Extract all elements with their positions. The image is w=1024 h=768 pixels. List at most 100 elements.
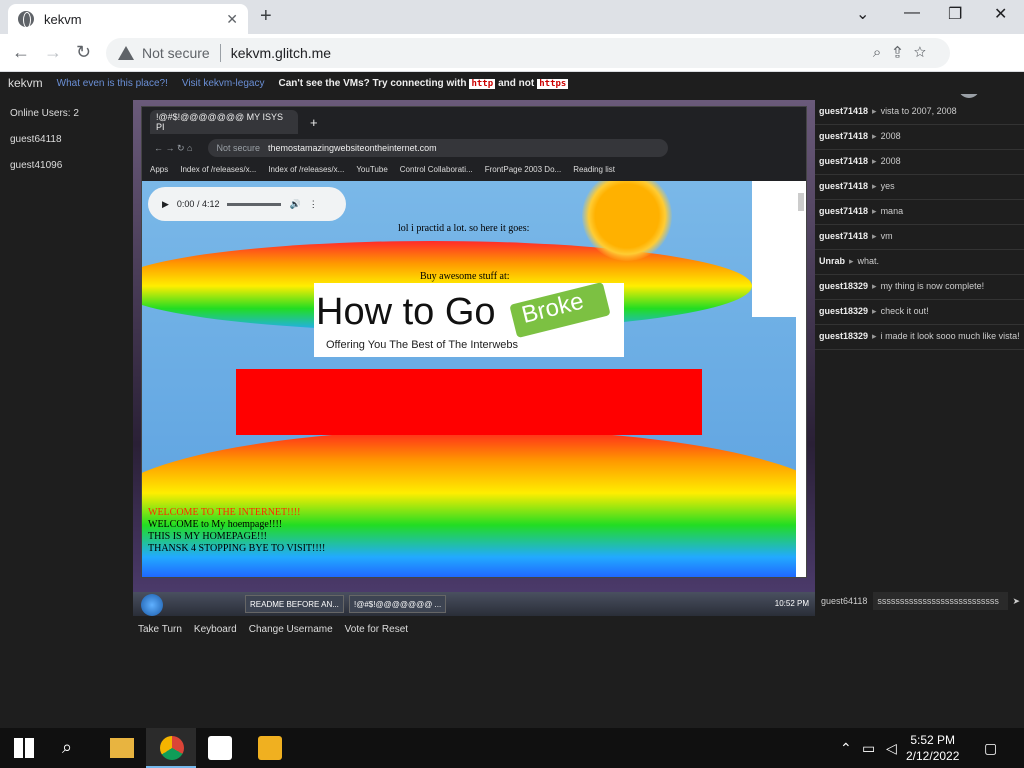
vm-address-toolbar: ← → ↻ ⌂ Not secure themostamazingwebsite… [142,137,806,159]
url-text[interactable]: kekvm.glitch.me [231,45,331,61]
bookmark-index-1[interactable]: Index of /releases/x... [180,165,256,174]
tab-search-icon[interactable]: ⌄ [856,4,869,24]
chat-username: guest71418 [819,131,869,141]
omnibox-action-icons[interactable]: ⌕⇪☆ [873,44,938,61]
vm-page-scrollbar[interactable] [796,181,806,577]
audio-player[interactable]: ▶ 0:00 / 4:12 🔊 ⋮ [148,187,346,221]
search-icon[interactable]: ⌕ [62,737,72,758]
forward-icon[interactable]: → [44,42,62,63]
new-tab-button[interactable]: + [260,5,272,28]
chat-username: guest71418 [819,206,869,216]
file-explorer-icon[interactable] [110,738,134,758]
chat-username: guest71418 [819,106,869,116]
chat-message: guest71418 ▸ vista to 2007, 2008 [815,100,1024,125]
vm-task-browser-label: !@#$!@@@@@@@ ... [354,599,442,609]
bookmark-frontpage[interactable]: FrontPage 2003 Do... [485,165,562,174]
vm-start-orb-icon[interactable] [141,594,163,616]
clock-date: 2/12/2022 [906,749,960,763]
chat-username: guest71418 [819,156,869,166]
legacy-link[interactable]: Visit kekvm-legacy [182,78,265,89]
vm-task-browser[interactable]: !@#$!@@@@@@@ ... [349,595,447,613]
how-to-go-broke-logo[interactable]: How to Go Broke Offering You The Best of… [314,281,624,357]
vm-tab-title: !@#$!@@@@@@@ MY ISYS PI [156,112,283,132]
take-turn-button[interactable]: Take Turn [138,624,182,635]
chrome-icon[interactable] [160,736,184,760]
globe-icon [18,11,34,28]
chat-message: guest71418 ▸ 2008 [815,150,1024,175]
browser-tab-kekvm[interactable]: kekvm ✕ [8,4,248,34]
audio-seek-bar[interactable] [227,202,282,206]
chat-message: guest18329 ▸ i made it look sooo much like… [815,325,1024,350]
minimize-button[interactable]: — [904,4,920,22]
windows-start-icon[interactable] [14,738,34,758]
omnibox-divider [219,44,221,62]
chat-text: 2008 [880,156,901,166]
sun-image [582,181,672,261]
chat-panel: guest71418 ▸ vista to 2007, 2008 guest7141… [815,100,1024,590]
network-icon[interactable]: ▭ [862,740,875,757]
vm-browser-tab[interactable]: !@#$!@@@@@@@ MY ISYS PI [150,110,298,134]
logo-tag: Broke [509,281,611,339]
vm-bookmarks-bar: Apps Index of /releases/x... Index of /r… [142,159,806,179]
cat-app-icon[interactable] [208,736,232,760]
play-icon[interactable]: ▶ [162,199,169,210]
vm-task-readme-label: README BEFORE AN... [250,599,339,609]
omnibox[interactable]: Not secure kekvm.glitch.me ⌕⇪☆ [106,38,950,68]
bookmark-youtube[interactable]: YouTube [356,165,387,174]
vm-new-tab-icon[interactable]: + [310,115,318,130]
user-list-item[interactable]: guest64118 [10,134,79,145]
site-brand[interactable]: kekvm [8,76,43,90]
vm-browser-window[interactable]: !@#$!@@@@@@@ MY ISYS PI + ← → ↻ ⌂ Not se… [141,106,807,578]
taskbar-clock[interactable]: 5:52 PM 2/12/2022 [906,732,959,764]
back-icon[interactable]: ← [12,42,30,63]
chat-input[interactable]: sssssssssssssssssssssssssss [873,592,1009,610]
notes-app-icon[interactable] [258,736,282,760]
send-icon[interactable]: ➤ [1008,596,1024,607]
notification-icon[interactable]: ▢ [984,740,997,757]
bookmark-index-2[interactable]: Index of /releases/x... [268,165,344,174]
audio-menu-icon[interactable]: ⋮ [309,199,318,210]
change-username-button[interactable]: Change Username [249,624,333,635]
reading-list[interactable]: Reading list [573,165,615,174]
windows-taskbar: ⌕ ⌃ ▭ ◁ 5:52 PM 2/12/2022 ▢ [0,728,1024,768]
logo-subtitle: Offering You The Best of The Interwebs [326,339,519,351]
bookmark-apps[interactable]: Apps [150,165,168,174]
vm-url-text[interactable]: themostamazingwebsiteontheinternet.com [268,143,437,153]
chat-username: guest18329 [819,281,869,291]
user-list-item[interactable]: guest41096 [10,160,79,171]
welcome-line: WELCOME TO THE INTERNET!!!! [148,507,301,518]
keyboard-button[interactable]: Keyboard [194,624,237,635]
vm-omnibox[interactable]: Not secure themostamazingwebsiteontheint… [208,139,669,157]
chat-message: Unrab ▸ what. [815,250,1024,275]
bookmark-control[interactable]: Control Collaborati... [400,165,473,174]
chat-text: check it out! [880,306,929,316]
vm-controls: Take Turn Keyboard Change Username Vote … [138,624,408,635]
audio-time: 0:00 / 4:12 [176,199,220,209]
chat-text: mana [880,206,904,216]
chat-input-row: guest64118 sssssssssssssssssssssssssss ➤ [815,590,1024,612]
vm-task-readme[interactable]: README BEFORE AN... [245,595,344,613]
vm-clock: 10:52 PM [774,599,809,608]
what-is-this-link[interactable]: What even is this place?! [57,78,168,89]
chat-message: guest71418 ▸ 2008 [815,125,1024,150]
show-hidden-icons[interactable]: ⌃ [840,740,852,757]
vm-webpage: ▶ 0:00 / 4:12 🔊 ⋮ lol i practid a lot. s… [142,181,796,577]
close-tab-icon[interactable]: ✕ [226,11,238,28]
maximize-button[interactable]: ❐ [948,4,962,24]
vm-screen[interactable]: !@#$!@@@@@@@ MY ISYS PI + ← → ↻ ⌂ Not se… [133,100,815,616]
chat-username: guest18329 [819,331,869,341]
tab-title: kekvm [44,11,82,27]
chat-message: guest71418 ▸ yes [815,175,1024,200]
chat-current-username: guest64118 [821,596,868,606]
scrollbar-thumb[interactable] [798,193,804,211]
chat-text: vista to 2007, 2008 [880,106,957,116]
volume-icon[interactable]: ◁ [886,740,897,757]
close-window-button[interactable]: ✕ [994,4,1007,24]
vote-reset-button[interactable]: Vote for Reset [345,624,408,635]
site-header: kekvm What even is this place?! Visit ke… [0,72,1024,94]
chat-message: guest71418 ▸ vm [815,225,1024,250]
vm-nav-icons[interactable]: ← → ↻ ⌂ [154,143,192,154]
reload-icon[interactable]: ↻ [76,42,91,63]
address-toolbar: ← → ↻ Not secure kekvm.glitch.me ⌕⇪☆ ⋮ [0,34,1024,98]
volume-icon[interactable]: 🔊 [289,199,300,210]
